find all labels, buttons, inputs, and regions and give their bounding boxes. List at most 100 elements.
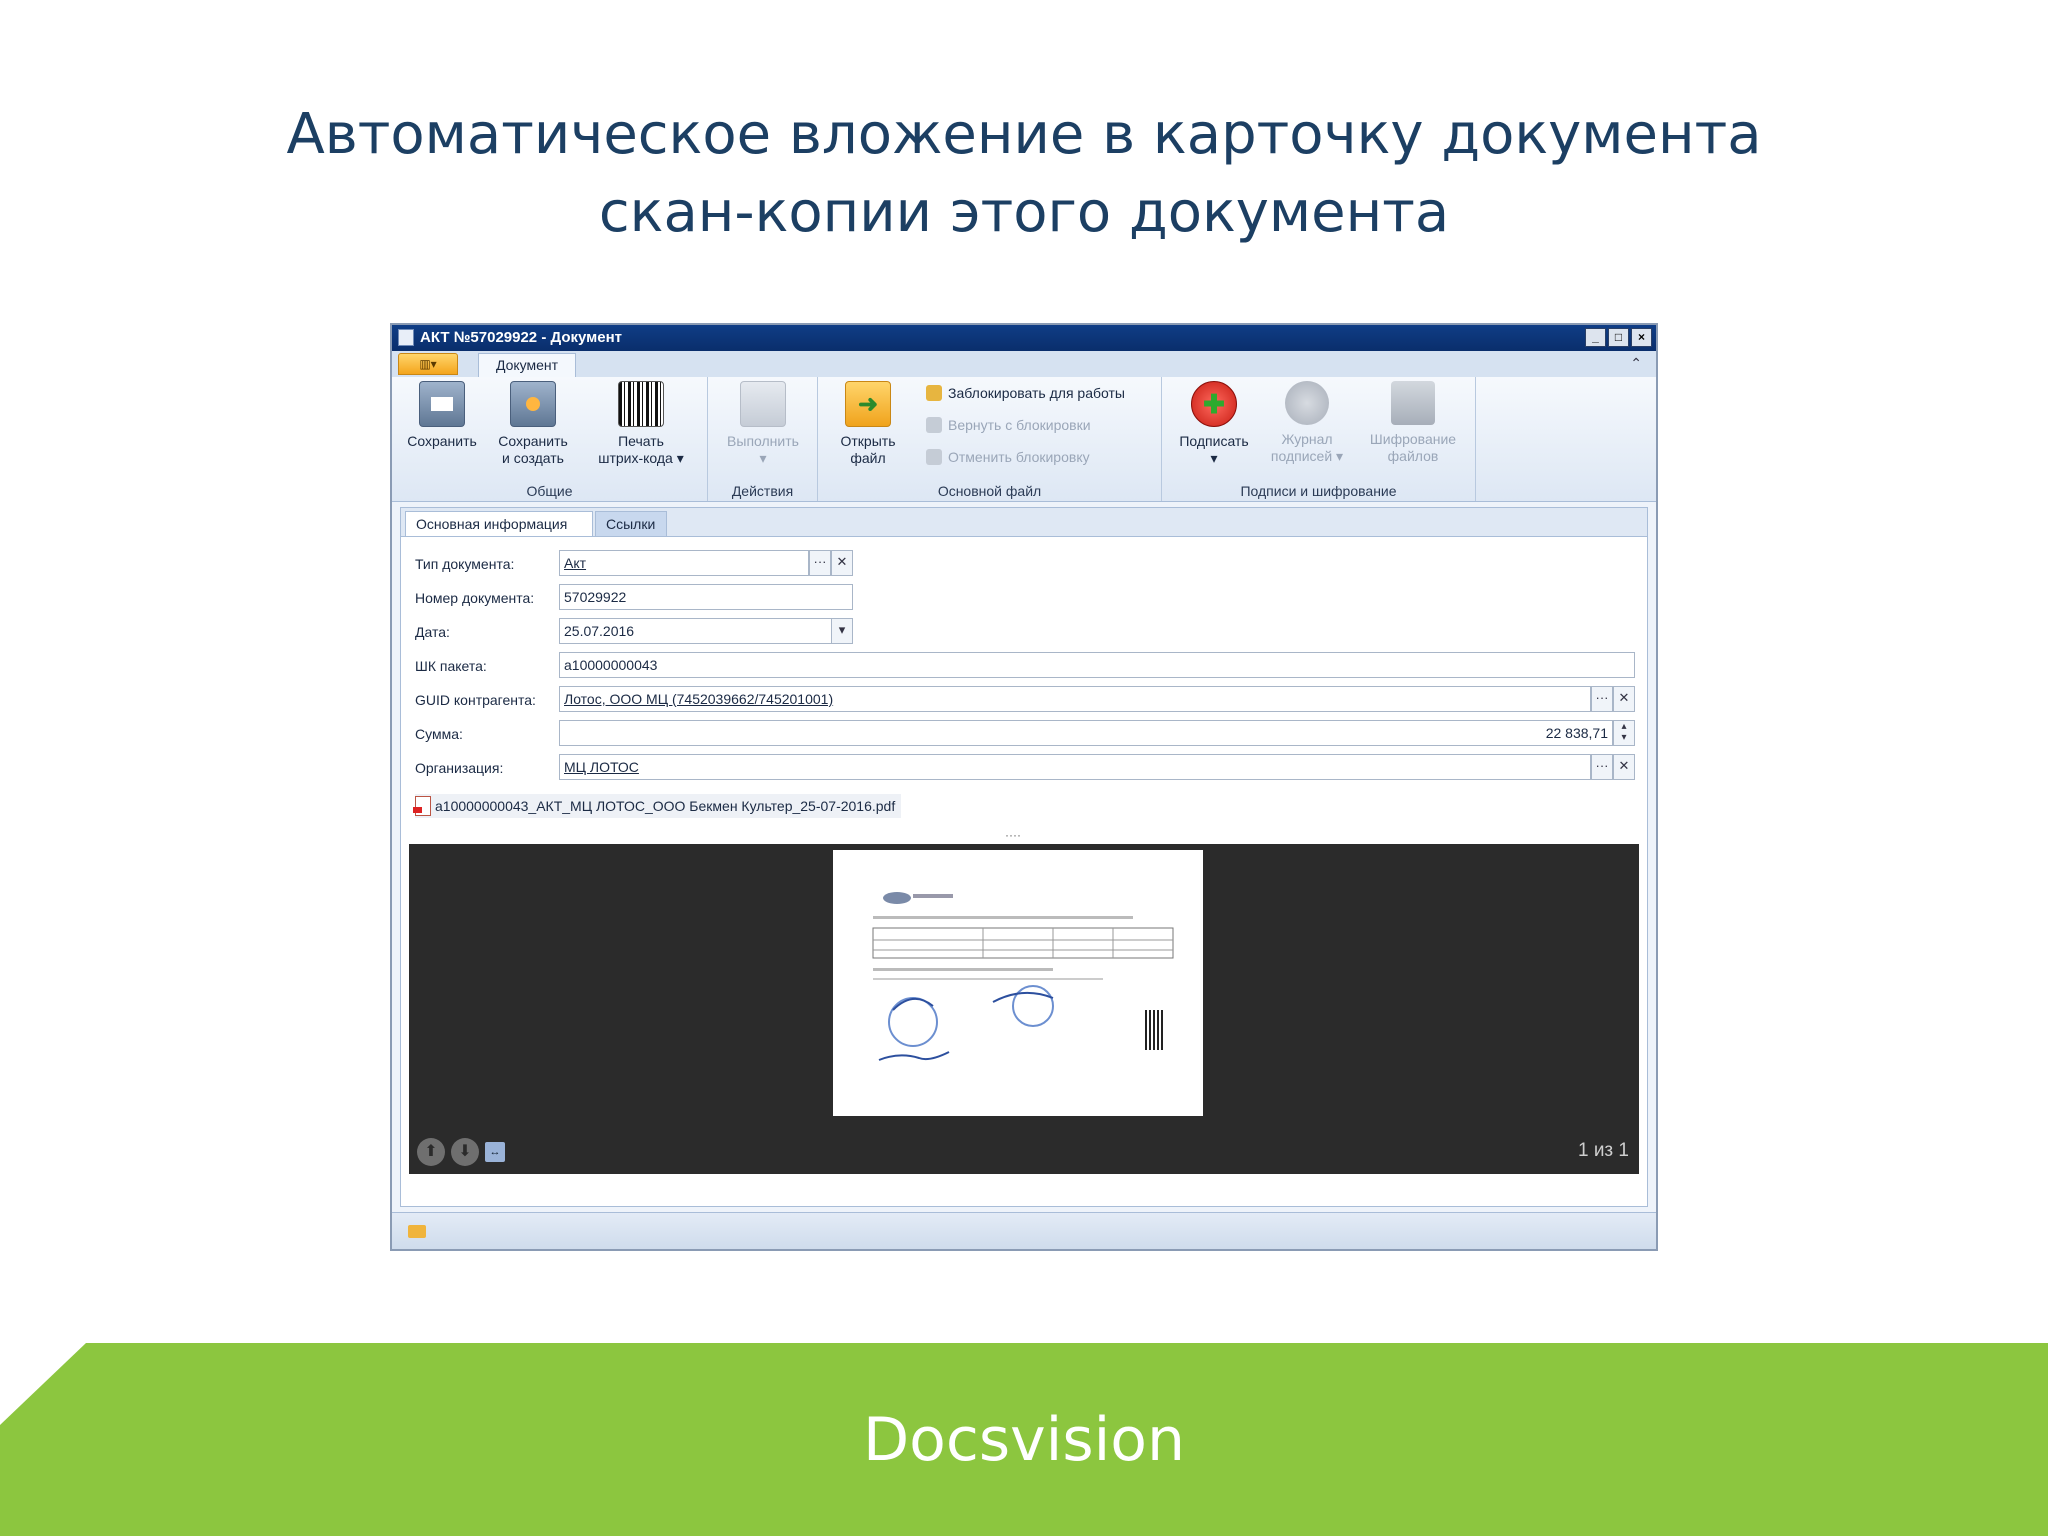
- doc-number-input[interactable]: 57029922: [559, 584, 853, 610]
- signature-log-label-2: подписей ▾: [1270, 448, 1344, 464]
- encrypt-files-label-1: Шифрование: [1369, 431, 1457, 447]
- field-amount: Сумма: 22 838,71 ▴ ▾: [415, 720, 1635, 748]
- counterparty-browse-button[interactable]: ···: [1591, 686, 1613, 712]
- tab-links[interactable]: Ссылки: [595, 511, 667, 536]
- maximize-button[interactable]: □: [1608, 328, 1629, 347]
- doc-number-label: Номер документа:: [415, 590, 535, 606]
- slide-title-line-2: скан-копии этого документа: [598, 180, 1450, 245]
- app-menu-button[interactable]: ▥▾: [398, 353, 458, 375]
- form-tabs: Основная информация Ссылки: [401, 508, 1647, 537]
- field-doc-number: Номер документа: 57029922: [415, 584, 1635, 612]
- counterparty-guid-input[interactable]: Лотос, ООО МЦ (7452039662/745201001): [559, 686, 1591, 712]
- execute-icon: [740, 381, 786, 427]
- group-label-actions: Действия: [731, 483, 794, 499]
- close-button[interactable]: ×: [1631, 328, 1652, 347]
- date-input[interactable]: 25.07.2016: [559, 618, 833, 644]
- floppy-disk-icon: [419, 381, 465, 427]
- slide-title: Автоматическое вложение в карточку докум…: [0, 96, 2048, 252]
- tab-main-info[interactable]: Основная информация: [405, 511, 593, 536]
- save-button[interactable]: Сохранить: [402, 381, 482, 450]
- counterparty-clear-button[interactable]: ✕: [1613, 686, 1635, 712]
- padlock-icon: [1391, 381, 1435, 425]
- organization-browse-button[interactable]: ···: [1591, 754, 1613, 780]
- lock-for-work-label: Заблокировать для работы: [948, 385, 1125, 401]
- status-bar: [392, 1212, 1656, 1249]
- tab-document[interactable]: Документ: [478, 353, 576, 378]
- folder-icon[interactable]: [408, 1225, 426, 1238]
- doc-type-label: Тип документа:: [415, 556, 515, 572]
- lock-icon: [926, 385, 942, 401]
- doc-type-input[interactable]: Акт: [559, 550, 809, 576]
- execute-label: Выполнить: [727, 433, 799, 449]
- document-window: АКТ №57029922 - Документ _ □ × ▥▾ Докуме…: [390, 323, 1658, 1251]
- unlock-icon: [926, 417, 942, 433]
- sign-label: Подписать: [1179, 433, 1249, 449]
- page-counter: 1 из 1: [1577, 1140, 1629, 1161]
- save-new-icon: [510, 381, 556, 427]
- signature-log-button[interactable]: Журнал подписей ▾: [1262, 381, 1352, 465]
- page-up-button[interactable]: ⬆: [417, 1138, 445, 1166]
- ribbon: Сохранить Сохранить и создать Печать штр…: [392, 377, 1656, 502]
- minimize-button[interactable]: _: [1585, 328, 1606, 347]
- field-organization: Организация: МЦ ЛОТОС ··· ✕: [415, 754, 1635, 782]
- window-title: АКТ №57029922 - Документ: [420, 329, 623, 346]
- doc-type-browse-button[interactable]: ···: [809, 550, 831, 576]
- date-dropdown-button[interactable]: ▾: [831, 618, 853, 644]
- print-barcode-button[interactable]: Печать штрих-кода ▾: [582, 381, 700, 467]
- pdf-file-icon: [413, 796, 431, 816]
- save-label: Сохранить: [407, 433, 477, 449]
- paperclip-icon: [3, 1348, 27, 1403]
- amount-label: Сумма:: [415, 726, 463, 742]
- organization-input[interactable]: МЦ ЛОТОС: [559, 754, 1591, 780]
- encrypt-files-button[interactable]: Шифрование файлов: [1358, 381, 1468, 465]
- collapse-ribbon-icon[interactable]: ⌃: [1630, 355, 1642, 372]
- splitter-handle[interactable]: ····: [1005, 828, 1021, 842]
- document-card: Основная информация Ссылки Тип документа…: [400, 507, 1648, 1207]
- field-package-barcode: ШК пакета: a10000000043: [415, 652, 1635, 680]
- save-and-create-label-2: и создать: [502, 450, 564, 466]
- attachment-file-name: a10000000043_АКТ_МЦ ЛОТОС_ООО Бекмен Кул…: [435, 798, 896, 814]
- attachment-file-link[interactable]: a10000000043_АКТ_МЦ ЛОТОС_ООО Бекмен Кул…: [413, 794, 902, 818]
- doc-type-clear-button[interactable]: ✕: [831, 550, 853, 576]
- group-label-main-file: Основной файл: [937, 483, 1042, 499]
- slide-title-line-1: Автоматическое вложение в карточку докум…: [286, 102, 1762, 167]
- group-label-general: Общие: [526, 483, 573, 499]
- scanned-page-thumbnail[interactable]: [833, 850, 1203, 1116]
- seal-sign-icon: ✚: [1191, 381, 1237, 427]
- encrypt-files-label-2: файлов: [1387, 448, 1439, 464]
- field-date: Дата: 25.07.2016 ▾: [415, 618, 1635, 646]
- return-from-lock-button[interactable]: Вернуть с блокировки: [926, 417, 1091, 433]
- lock-for-work-button[interactable]: Заблокировать для работы: [926, 385, 1125, 401]
- page-down-button[interactable]: ⬇: [451, 1138, 479, 1166]
- save-and-create-button[interactable]: Сохранить и создать: [490, 381, 576, 467]
- barcode-icon: [618, 381, 664, 427]
- ribbon-group-actions: Выполнить ▾ Действия: [708, 377, 818, 501]
- ribbon-group-main-file: ➜ Открыть файл Заблокировать для работы …: [818, 377, 1162, 501]
- amount-input[interactable]: 22 838,71: [559, 720, 1613, 746]
- date-label: Дата:: [415, 624, 450, 640]
- document-icon: [398, 329, 414, 346]
- medal-icon: [1285, 381, 1329, 425]
- amount-spin-button[interactable]: ▴ ▾: [1613, 720, 1635, 746]
- execute-button[interactable]: Выполнить ▾: [718, 381, 808, 467]
- return-from-lock-label: Вернуть с блокировки: [948, 417, 1091, 433]
- package-barcode-input[interactable]: a10000000043: [559, 652, 1635, 678]
- window-titlebar[interactable]: АКТ №57029922 - Документ _ □ ×: [392, 325, 1656, 351]
- folder-open-icon: ➜: [845, 381, 891, 427]
- save-and-create-label-1: Сохранить: [498, 433, 568, 449]
- counterparty-guid-label: GUID контрагента:: [415, 692, 536, 708]
- cancel-lock-button[interactable]: Отменить блокировку: [926, 449, 1090, 465]
- open-file-label-2: файл: [850, 450, 886, 466]
- cancel-lock-label: Отменить блокировку: [948, 449, 1090, 465]
- open-file-button[interactable]: ➜ Открыть файл: [826, 381, 910, 467]
- fit-width-icon[interactable]: ↔: [485, 1142, 505, 1162]
- package-barcode-label: ШК пакета:: [415, 658, 487, 674]
- brand-logo: Docsvision: [0, 1343, 2048, 1536]
- print-barcode-label-2: штрих-кода ▾: [598, 450, 684, 466]
- organization-label: Организация:: [415, 760, 504, 776]
- ribbon-group-general: Сохранить Сохранить и создать Печать штр…: [392, 377, 708, 501]
- sign-button[interactable]: ✚ Подписать ▾: [1168, 381, 1260, 467]
- organization-clear-button[interactable]: ✕: [1613, 754, 1635, 780]
- brand-name: Docsvision: [862, 1404, 1185, 1475]
- ribbon-group-signatures: ✚ Подписать ▾ Журнал подписей ▾ Шифрован…: [1162, 377, 1476, 501]
